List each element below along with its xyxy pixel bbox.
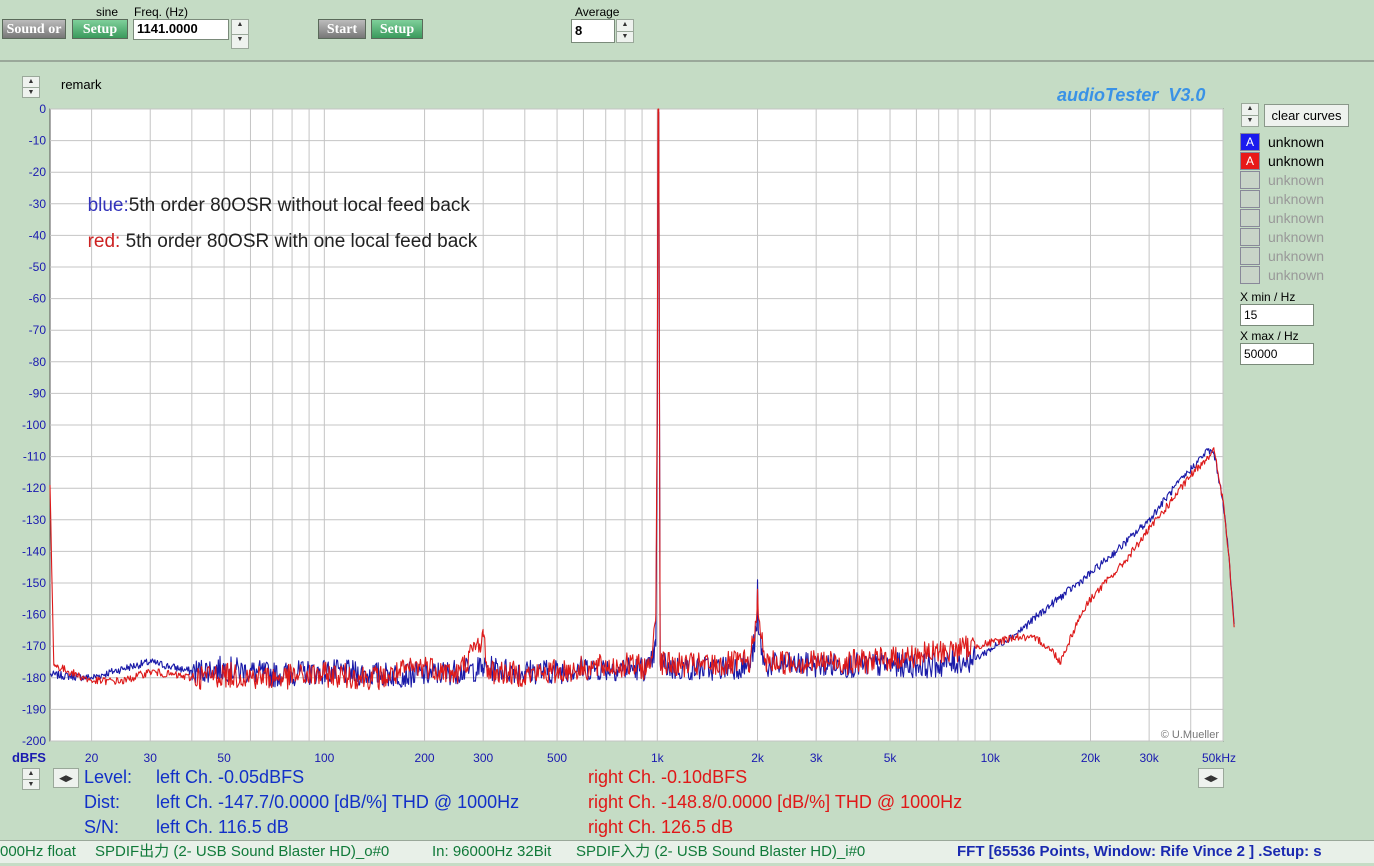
x-tick-label: 2k	[751, 751, 765, 765]
y-tick-label: -80	[29, 355, 47, 369]
y-tick-label: -90	[29, 386, 47, 400]
right-level-value: right Ch. -0.10dBFS	[588, 767, 748, 787]
curve-color-swatch[interactable]	[1240, 247, 1260, 265]
spectrum-chart: 0 -10 -20 -30 -40 -50 -60 -70 -80 -90 -100 -110 -120…	[12, 102, 1236, 765]
curve-color-swatch[interactable]	[1240, 266, 1260, 284]
legend-item-label: unknown	[1268, 267, 1325, 283]
x-tick-label: 300	[473, 751, 493, 765]
legend-item[interactable]: unknown	[1240, 209, 1350, 227]
spin-down-icon[interactable]: ▼	[23, 779, 39, 789]
legend-item-label: unknown	[1268, 134, 1325, 150]
y-tick-label: -10	[29, 134, 47, 148]
curve-color-swatch[interactable]	[1240, 228, 1260, 246]
legend-item-label: unknown	[1268, 229, 1325, 245]
x-tick-label: 50kHz	[1202, 751, 1236, 765]
measurement-spinner[interactable]: ▲ ▼	[22, 768, 40, 790]
x-tick-label: 100	[314, 751, 334, 765]
status-output-device: SPDIF出力 (2- USB Sound Blaster HD)_o#0	[95, 843, 390, 860]
y-tick-label: -50	[29, 260, 47, 274]
arrow-left-icon[interactable]: ◀	[1204, 773, 1211, 783]
clear-curves-button[interactable]: clear curves	[1264, 104, 1349, 127]
annotation-red-text: 5th order 80OSR with one local feed back	[120, 231, 478, 252]
legend-item[interactable]: unknown	[1240, 266, 1350, 284]
x-tick-label: 50	[217, 751, 231, 765]
status-input-format: In: 96000Hz 32Bit	[432, 843, 552, 860]
y-tick-label: -200	[22, 734, 46, 748]
scroll-left-right[interactable]: ◀▶	[53, 768, 79, 788]
y-tick-label: -100	[22, 418, 46, 432]
legend-spinner[interactable]: ▲ ▼	[1241, 103, 1259, 127]
annotation-red: red: 5th order 80OSR with one local feed…	[77, 209, 478, 253]
x-tick-label: 30k	[1139, 751, 1159, 765]
y-tick-label: -170	[22, 639, 46, 653]
y-tick-label: -160	[22, 608, 46, 622]
x-tick-label: 1k	[651, 751, 665, 765]
curve-color-swatch[interactable]: A	[1240, 152, 1260, 170]
x-tick-label: 5k	[884, 751, 898, 765]
y-tick-label: -30	[29, 197, 47, 211]
legend-item-label: unknown	[1268, 191, 1325, 207]
y-tick-label: -120	[22, 481, 46, 495]
legend-item-label: unknown	[1268, 153, 1325, 169]
legend-item[interactable]: unknown	[1240, 190, 1350, 208]
x-tick-label: 3k	[810, 751, 824, 765]
spin-up-icon[interactable]: ▲	[23, 769, 39, 779]
legend-item[interactable]: unknown	[1240, 171, 1350, 189]
x-tick-label: 20	[85, 751, 99, 765]
x-tick-label: 20k	[1081, 751, 1101, 765]
copyright-label: © U.Mueller	[1161, 729, 1220, 741]
xmin-label: X min / Hz	[1240, 290, 1296, 304]
legend-item[interactable]: unknown	[1240, 228, 1350, 246]
curve-color-swatch[interactable]	[1240, 171, 1260, 189]
annotation-red-prefix: red:	[87, 231, 121, 252]
left-level-value: left Ch. -0.05dBFS	[156, 767, 305, 787]
x-tick-label: 200	[415, 751, 435, 765]
right-dist-value: right Ch. -148.8/0.0000 [dB/%] THD @ 100…	[588, 792, 963, 812]
xmin-input[interactable]: 15	[1240, 304, 1314, 326]
y-tick-label: -150	[22, 576, 46, 590]
legend-item-label: unknown	[1268, 248, 1325, 264]
sn-label: S/N:	[84, 817, 120, 837]
x-tick-label: 30	[144, 751, 158, 765]
arrow-left-icon[interactable]: ◀	[59, 773, 66, 783]
x-tick-label: 500	[547, 751, 567, 765]
legend-item[interactable]: unknown	[1240, 247, 1350, 265]
dist-label: Dist:	[84, 792, 120, 812]
xmax-input[interactable]: 50000	[1240, 343, 1314, 365]
y-axis-unit: dBFS	[12, 750, 46, 765]
y-tick-label: -70	[29, 323, 47, 337]
legend-item[interactable]: Aunknown	[1240, 152, 1350, 170]
spin-up-icon[interactable]: ▲	[1242, 104, 1258, 115]
status-output-format: 000Hz float	[0, 843, 76, 860]
x-tick-label: 10k	[981, 751, 1001, 765]
left-sn-value: left Ch. 116.5 dB	[156, 817, 289, 837]
arrow-right-icon[interactable]: ▶	[1211, 773, 1218, 783]
y-tick-label: -140	[22, 544, 46, 558]
status-bar: 000Hz float SPDIF出力 (2- USB Sound Blaste…	[0, 840, 1374, 863]
legend-item[interactable]: Aunknown	[1240, 133, 1350, 151]
y-tick-label: -60	[29, 292, 47, 306]
left-dist-value: left Ch. -147.7/0.0000 [dB/%] THD @ 1000…	[156, 792, 520, 812]
y-tick-label: -190	[22, 702, 46, 716]
y-tick-label: -180	[22, 671, 46, 685]
curve-color-swatch[interactable]: A	[1240, 133, 1260, 151]
right-sn-value: right Ch. 126.5 dB	[588, 817, 734, 837]
status-fft-settings: FFT [65536 Points, Window: Rife Vince 2 …	[957, 843, 1322, 860]
y-tick-label: -40	[29, 228, 47, 242]
xmax-label: X max / Hz	[1240, 329, 1299, 343]
curve-color-swatch[interactable]	[1240, 190, 1260, 208]
y-tick-label: 0	[39, 102, 46, 116]
legend-item-label: unknown	[1268, 210, 1325, 226]
arrow-right-icon[interactable]: ▶	[66, 773, 73, 783]
level-label: Level:	[84, 767, 133, 787]
status-input-device: SPDIF入力 (2- USB Sound Blaster HD)_i#0	[576, 843, 866, 860]
y-tick-label: -130	[22, 513, 46, 527]
spin-down-icon[interactable]: ▼	[1242, 115, 1258, 126]
y-tick-label: -20	[29, 165, 47, 179]
curve-color-swatch[interactable]	[1240, 209, 1260, 227]
scroll-left-right-2[interactable]: ◀▶	[1198, 768, 1224, 788]
y-tick-label: -110	[23, 450, 46, 464]
legend-item-label: unknown	[1268, 172, 1325, 188]
